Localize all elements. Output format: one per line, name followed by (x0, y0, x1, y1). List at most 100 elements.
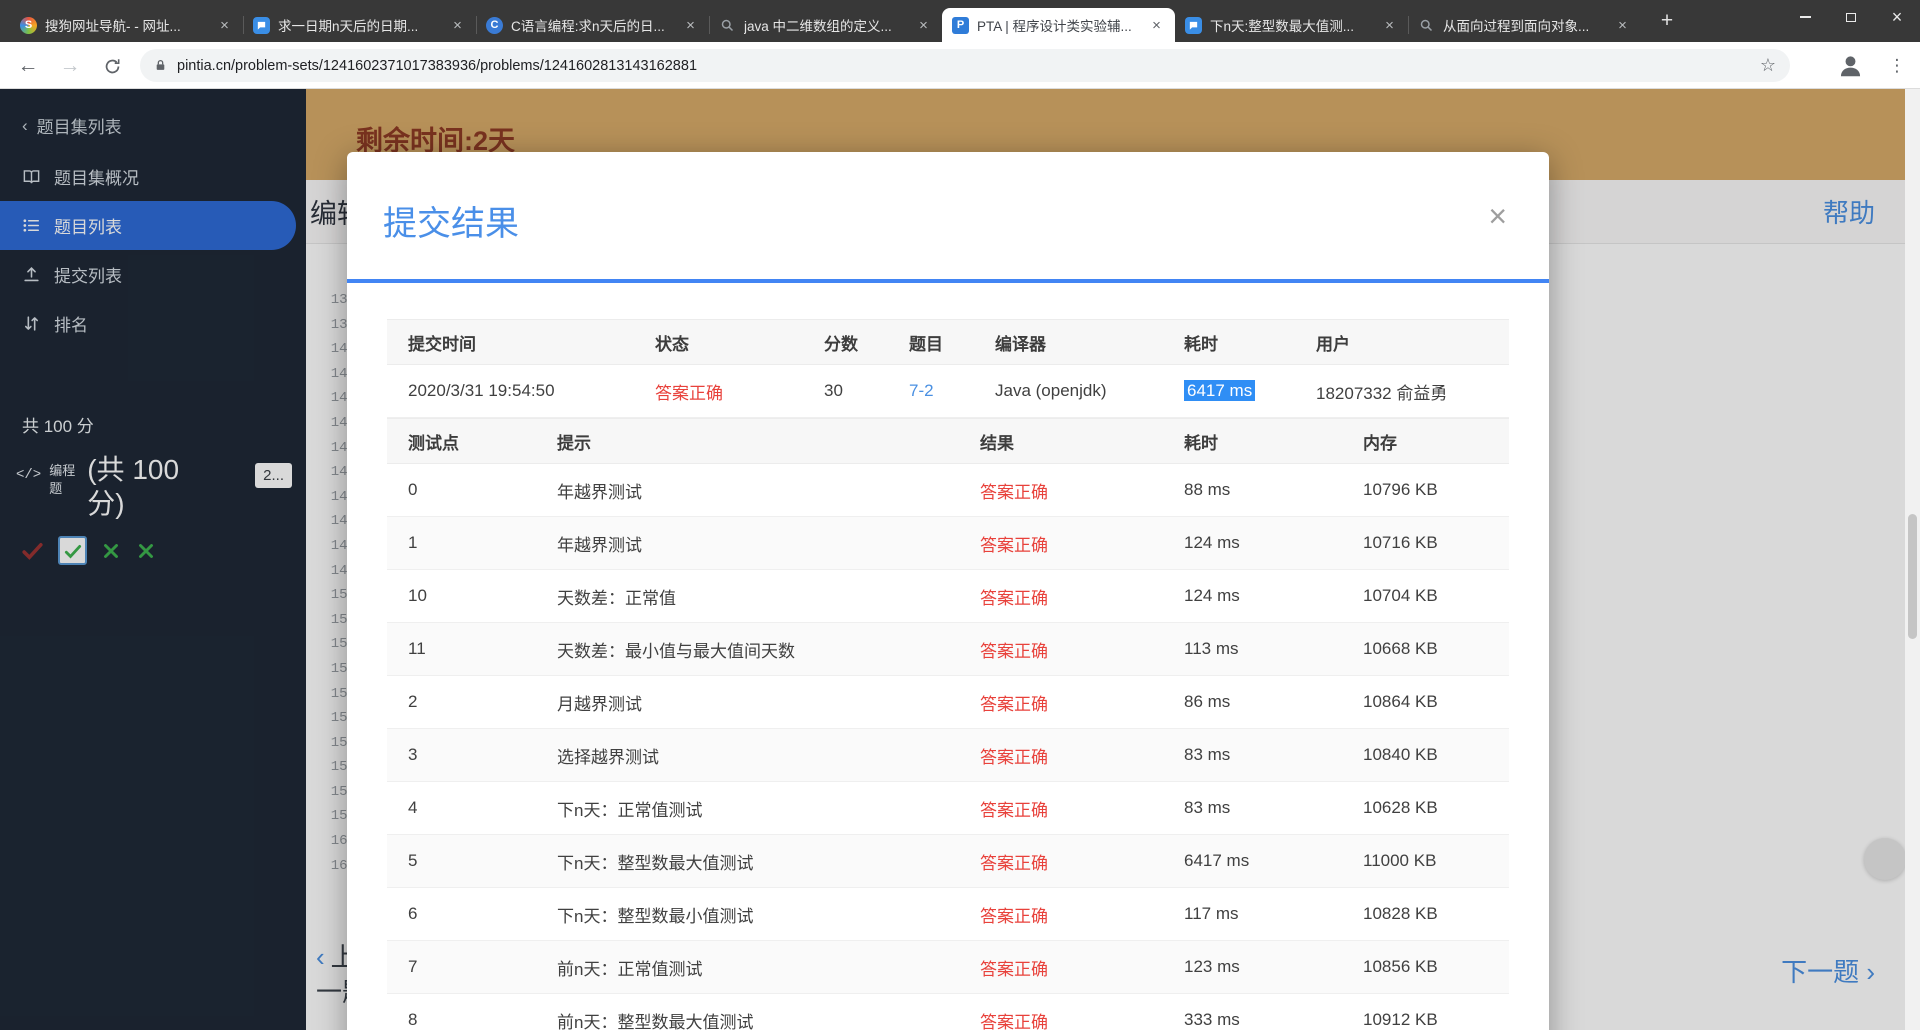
test-id: 4 (408, 798, 418, 817)
c-favicon: C (486, 16, 503, 34)
test-id: 8 (408, 1010, 418, 1029)
test-hint: 选择越界测试 (557, 747, 659, 767)
modal-title: 提交结果 (383, 205, 519, 243)
test-time: 124 ms (1184, 533, 1240, 552)
tab-pta-active[interactable]: P PTA | 程序设计类实验辅... × (942, 8, 1175, 42)
test-case-row: 6 下n天：整型数最小值测试 答案正确 117 ms 10828 KB (387, 888, 1509, 941)
submission-time: 2020/3/31 19:54:50 (408, 381, 555, 400)
bookmark-star-icon[interactable]: ☆ (1760, 55, 1776, 76)
test-time: 6417 ms (1184, 851, 1250, 870)
scrollbar-thumb[interactable] (1908, 514, 1917, 639)
test-hint: 年越界测试 (557, 482, 642, 502)
test-id: 0 (408, 480, 418, 499)
test-hint: 前n天：正常值测试 (557, 959, 703, 979)
test-result: 答案正确 (980, 800, 1048, 820)
test-memory: 10668 KB (1363, 639, 1438, 658)
test-hint: 天数差：正常值 (557, 588, 676, 608)
window-close-button[interactable]: × (1874, 0, 1920, 34)
forward-button[interactable]: → (56, 52, 84, 80)
tests-table-header: 测试点 提示 结果 耗时 内存 (387, 418, 1509, 464)
window-minimize-button[interactable] (1782, 0, 1828, 34)
test-result: 答案正确 (980, 959, 1048, 979)
test-memory: 10828 KB (1363, 904, 1438, 923)
test-case-row: 8 前n天：整型数最大值测试 答案正确 333 ms 10912 KB (387, 994, 1509, 1030)
test-case-row: 7 前n天：正常值测试 答案正确 123 ms 10856 KB (387, 941, 1509, 994)
column-header: 题目 (909, 334, 943, 354)
column-header: 耗时 (1184, 433, 1218, 453)
tab-close-icon[interactable]: × (1148, 17, 1165, 34)
submission-score: 30 (824, 381, 843, 400)
tab-list: S 搜狗网址导航- - 网址... × 求一日期n天后的日期... × C C语… (10, 8, 1641, 42)
column-header: 提示 (557, 433, 591, 453)
tab-title: PTA | 程序设计类实验辅... (977, 19, 1132, 34)
chat-favicon (253, 16, 270, 34)
test-time: 113 ms (1184, 639, 1239, 658)
chat-favicon (1185, 16, 1202, 34)
tab-c-programming[interactable]: C C语言编程:求n天后的日... × (476, 8, 709, 42)
test-hint: 下n天：整型数最小值测试 (557, 906, 754, 926)
column-header: 状态 (655, 334, 689, 354)
test-case-row: 5 下n天：整型数最大值测试 答案正确 6417 ms 11000 KB (387, 835, 1509, 888)
test-case-row: 4 下n天：正常值测试 答案正确 83 ms 10628 KB (387, 782, 1509, 835)
test-id: 3 (408, 745, 418, 764)
person-icon (1840, 56, 1861, 77)
tab-java-array[interactable]: java 中二维数组的定义... × (709, 8, 942, 42)
tab-close-icon[interactable]: × (915, 17, 932, 34)
tab-close-icon[interactable]: × (1381, 17, 1398, 34)
browser-menu-button[interactable]: ⋮ (1884, 52, 1910, 80)
tab-title: 求一日期n天后的日期... (278, 19, 419, 34)
test-case-row: 3 选择越界测试 答案正确 83 ms 10840 KB (387, 729, 1509, 782)
profile-avatar[interactable] (1837, 52, 1865, 80)
tab-close-icon[interactable]: × (1614, 17, 1631, 34)
tab-title: C语言编程:求n天后的日... (511, 19, 665, 34)
column-header: 用户 (1316, 334, 1350, 354)
test-time: 117 ms (1184, 904, 1239, 923)
tab-date-question[interactable]: 求一日期n天后的日期... × (243, 8, 476, 42)
test-memory: 11000 KB (1363, 851, 1437, 870)
tab-close-icon[interactable]: × (216, 17, 233, 34)
test-result: 答案正确 (980, 535, 1048, 555)
column-header: 测试点 (408, 433, 459, 453)
tab-title: 搜狗网址导航- - 网址... (45, 19, 181, 34)
test-id: 7 (408, 957, 418, 976)
test-id: 11 (408, 639, 426, 658)
tab-title: java 中二维数组的定义... (744, 19, 892, 34)
submission-user: 18207332 俞益勇 (1316, 383, 1448, 403)
test-memory: 10840 KB (1363, 745, 1438, 764)
test-result: 答案正确 (980, 906, 1048, 926)
test-case-row: 10 天数差：正常值 答案正确 124 ms 10704 KB (387, 570, 1509, 623)
column-header: 编译器 (995, 334, 1046, 354)
test-memory: 10704 KB (1363, 586, 1438, 605)
tab-sogou[interactable]: S 搜狗网址导航- - 网址... × (10, 8, 243, 42)
browser-toolbar: ← → pintia.cn/problem-sets/1241602371017… (0, 42, 1920, 89)
search-favicon (719, 17, 736, 34)
test-time: 124 ms (1184, 586, 1240, 605)
address-bar[interactable]: pintia.cn/problem-sets/12416023710173839… (140, 49, 1790, 82)
summary-table-row: 2020/3/31 19:54:50 答案正确 30 7-2 Java (ope… (387, 365, 1509, 418)
back-button[interactable]: ← (14, 52, 42, 80)
tab-close-icon[interactable]: × (449, 17, 466, 34)
lock-icon (156, 59, 165, 70)
tab-close-icon[interactable]: × (682, 17, 699, 34)
window-maximize-button[interactable] (1828, 0, 1874, 34)
test-result: 答案正确 (980, 694, 1048, 714)
test-case-row: 2 月越界测试 答案正确 86 ms 10864 KB (387, 676, 1509, 729)
tab-title: 从面向过程到面向对象... (1443, 19, 1590, 34)
minimize-icon (1799, 16, 1811, 18)
test-time: 86 ms (1184, 692, 1231, 711)
problem-link[interactable]: 7-2 (909, 381, 995, 401)
reload-button[interactable] (98, 52, 126, 80)
url-text[interactable]: pintia.cn/problem-sets/12416023710173839… (177, 58, 1760, 74)
test-memory: 10856 KB (1363, 957, 1438, 976)
tab-oop[interactable]: 从面向过程到面向对象... × (1408, 8, 1641, 42)
page-scrollbar[interactable] (1905, 89, 1920, 1030)
test-memory: 10628 KB (1363, 798, 1438, 817)
test-hint: 天数差：最小值与最大值间天数 (557, 641, 795, 661)
search-favicon (1418, 17, 1435, 34)
test-time: 83 ms (1184, 798, 1231, 817)
new-tab-button[interactable]: + (1652, 7, 1682, 35)
modal-close-button[interactable]: × (1488, 200, 1507, 232)
tab-max-int[interactable]: 下n天:整型数最大值测... × (1175, 8, 1408, 42)
test-case-row: 1 年越界测试 答案正确 124 ms 10716 KB (387, 517, 1509, 570)
browser-tab-strip: S 搜狗网址导航- - 网址... × 求一日期n天后的日期... × C C语… (0, 0, 1920, 42)
